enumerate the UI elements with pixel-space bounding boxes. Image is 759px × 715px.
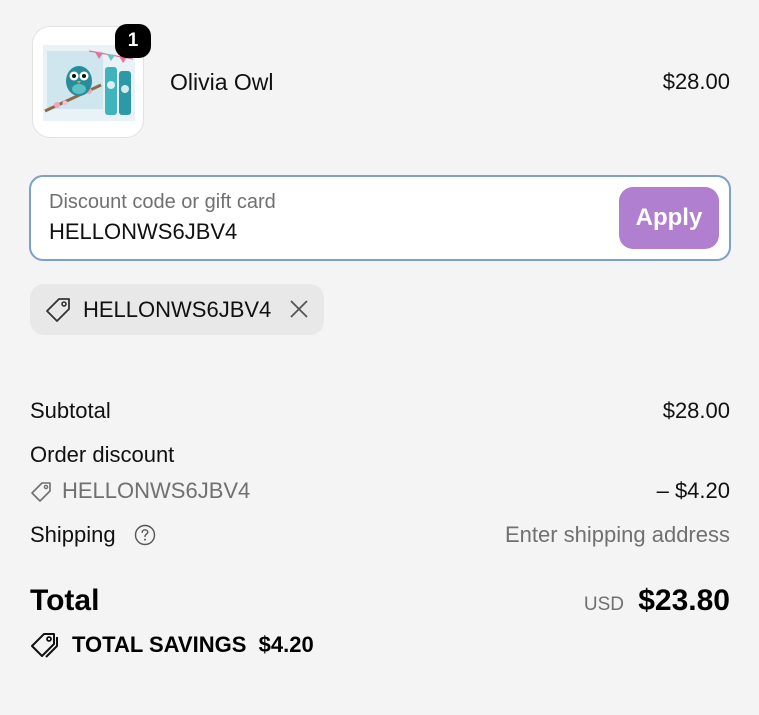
applied-discount-chip: HELLONWS6JBV4	[30, 284, 324, 335]
order-discount-code-text: HELLONWS6JBV4	[62, 478, 251, 503]
order-discount-row: Order discount	[30, 441, 730, 469]
total-amount: $23.80	[638, 584, 730, 617]
discount-code-field[interactable]: Discount code or gift card Apply	[29, 175, 731, 261]
help-icon[interactable]	[134, 524, 156, 546]
discount-code-input[interactable]	[49, 217, 589, 247]
product-price: $28.00	[662, 69, 730, 94]
savings-label-text: TOTAL SAVINGS	[72, 632, 247, 657]
product-line-item: 1 Olivia Owl $28.00	[30, 24, 730, 140]
product-name: Olivia Owl	[170, 69, 274, 95]
total-savings-label: TOTAL SAVINGS $4.20	[72, 631, 314, 659]
savings-amount: $4.20	[258, 632, 314, 657]
tag-icon	[46, 298, 70, 322]
quantity-badge: 1	[115, 24, 151, 58]
tag-icon	[31, 482, 51, 502]
total-currency: USD	[583, 594, 624, 615]
subtotal-value: $28.00	[662, 398, 730, 423]
shipping-label: Shipping	[30, 522, 116, 547]
total-savings: TOTAL SAVINGS $4.20	[30, 628, 430, 662]
close-icon[interactable]	[288, 298, 310, 320]
subtotal-row: Subtotal $28.00	[30, 397, 730, 425]
shipping-row: Shipping Enter shipping address	[30, 521, 730, 549]
order-discount-label: Order discount	[30, 442, 175, 467]
shipping-value: Enter shipping address	[504, 522, 730, 547]
subtotal-label: Subtotal	[30, 398, 111, 423]
order-discount-value: – $4.20	[656, 478, 730, 503]
discount-field-label: Discount code or gift card	[49, 191, 276, 213]
savings-tag-icon	[31, 633, 58, 658]
applied-code-text: HELLONWS6JBV4	[83, 297, 272, 322]
apply-button[interactable]: Apply	[619, 187, 719, 249]
total-label: Total	[30, 584, 100, 617]
